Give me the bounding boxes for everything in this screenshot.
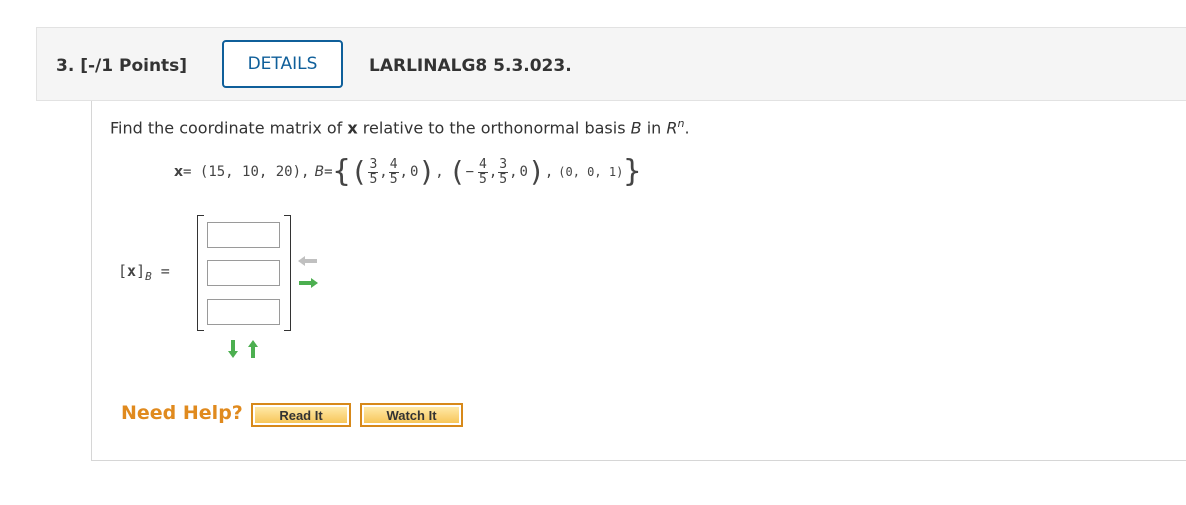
matrix-entry-1[interactable]	[207, 222, 280, 248]
question-source: LARLINALG8 5.3.023.	[369, 56, 572, 76]
need-help-label: Need Help?	[121, 402, 243, 424]
add-column-arrow-icon[interactable]	[298, 278, 318, 288]
read-it-button[interactable]: Read It	[251, 403, 351, 427]
answer-label: [x]B =	[118, 262, 170, 283]
remove-row-arrow-icon[interactable]	[248, 340, 258, 358]
given-equation: x = (15, 10, 20), B = { ( 35, 45, 0 ), (…	[174, 154, 642, 189]
fraction: 45	[388, 156, 399, 187]
question-prompt: Find the coordinate matrix of x relative…	[110, 117, 690, 138]
fraction: 35	[368, 156, 379, 187]
fraction: 45	[478, 156, 488, 187]
matrix-entry-3[interactable]	[207, 299, 280, 325]
add-row-arrow-icon[interactable]	[228, 340, 238, 358]
matrix-entry-2[interactable]	[207, 260, 280, 286]
fraction: 35	[498, 156, 509, 187]
remove-column-arrow-icon[interactable]	[298, 256, 318, 266]
question-header: 3. [-/1 Points] DETAILS LARLINALG8 5.3.0…	[36, 27, 1186, 101]
details-button[interactable]: DETAILS	[222, 40, 343, 88]
answer-matrix	[197, 215, 291, 331]
watch-it-button[interactable]: Watch It	[360, 403, 463, 427]
question-number: 3. [-/1 Points]	[56, 56, 188, 76]
